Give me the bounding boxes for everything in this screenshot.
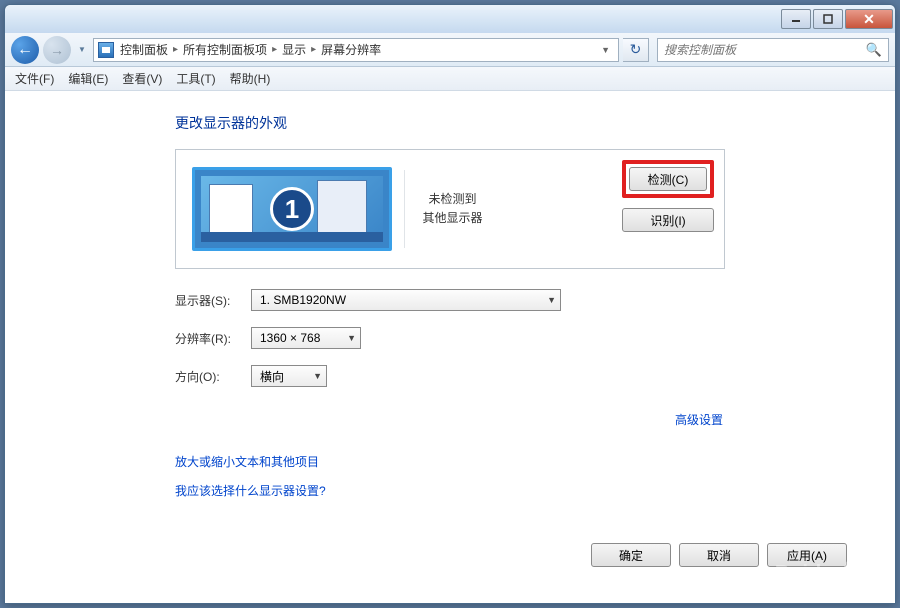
resolution-row: 分辨率(R): 1360 × 768 ▼ xyxy=(175,327,895,349)
help-links: 放大或缩小文本和其他项目 我应该选择什么显示器设置? xyxy=(175,453,895,499)
forward-button[interactable]: → xyxy=(43,36,71,64)
advanced-settings-row: 高级设置 xyxy=(5,411,723,429)
no-other-display-text: 未检测到 其他显示器 xyxy=(404,170,500,248)
breadcrumb-item[interactable]: 屏幕分辨率 xyxy=(321,41,381,58)
titlebar: ✕ xyxy=(5,5,895,33)
display-select[interactable]: 1. SMB1920NW ▼ xyxy=(251,289,561,311)
apply-button[interactable]: 应用(A) xyxy=(767,543,847,567)
chevron-down-icon: ▼ xyxy=(341,333,356,343)
search-box[interactable]: 🔍 xyxy=(657,38,889,62)
resolution-select[interactable]: 1360 × 768 ▼ xyxy=(251,327,361,349)
maximize-button[interactable] xyxy=(813,9,843,29)
page-title: 更改显示器的外观 xyxy=(175,113,895,133)
navigation-bar: ← → ▼ 控制面板 ▸ 所有控制面板项 ▸ 显示 ▸ 屏幕分辨率 ▼ ↻ 🔍 xyxy=(5,33,895,67)
breadcrumb-separator-icon: ▸ xyxy=(173,44,178,55)
window: ✕ ← → ▼ 控制面板 ▸ 所有控制面板项 ▸ 显示 ▸ 屏幕分辨率 ▼ ↻ … xyxy=(4,4,896,604)
detect-identify-group: 检测(C) 识别(I) xyxy=(622,160,714,232)
resolution-label: 分辨率(R): xyxy=(175,330,251,347)
mock-taskbar xyxy=(201,232,383,242)
ok-button[interactable]: 确定 xyxy=(591,543,671,567)
text-size-link[interactable]: 放大或缩小文本和其他项目 xyxy=(175,453,895,470)
menu-file[interactable]: 文件(F) xyxy=(15,70,54,87)
breadcrumb-separator-icon: ▸ xyxy=(311,44,316,55)
menu-tools[interactable]: 工具(T) xyxy=(176,70,215,87)
annotation-highlight: 检测(C) xyxy=(622,160,714,198)
advanced-settings-link[interactable]: 高级设置 xyxy=(675,413,723,427)
cancel-button[interactable]: 取消 xyxy=(679,543,759,567)
back-button[interactable]: ← xyxy=(11,36,39,64)
history-dropdown[interactable]: ▼ xyxy=(75,38,89,62)
identify-button[interactable]: 识别(I) xyxy=(622,208,714,232)
content-area: 更改显示器的外观 1 未检测到 其他显示器 检测(C) 识别(I) xyxy=(5,91,895,603)
search-icon[interactable]: 🔍 xyxy=(866,42,882,58)
display-label: 显示器(S): xyxy=(175,292,251,309)
orientation-select[interactable]: 横向 ▼ xyxy=(251,365,327,387)
close-button[interactable]: ✕ xyxy=(845,9,893,29)
menu-view[interactable]: 查看(V) xyxy=(122,70,162,87)
mock-window-icon xyxy=(317,180,367,234)
settings-form: 显示器(S): 1. SMB1920NW ▼ 分辨率(R): 1360 × 76… xyxy=(175,289,895,387)
mock-window-icon xyxy=(209,184,253,234)
chevron-down-icon: ▼ xyxy=(541,295,556,305)
chevron-down-icon: ▼ xyxy=(307,371,322,381)
breadcrumb-item[interactable]: 所有控制面板项 xyxy=(183,41,267,58)
orientation-label: 方向(O): xyxy=(175,368,251,385)
address-dropdown-icon[interactable]: ▼ xyxy=(597,45,614,55)
monitor-number-badge: 1 xyxy=(270,187,314,231)
orientation-row: 方向(O): 横向 ▼ xyxy=(175,365,895,387)
breadcrumb-separator-icon: ▸ xyxy=(272,44,277,55)
menu-help[interactable]: 帮助(H) xyxy=(230,70,271,87)
detect-button[interactable]: 检测(C) xyxy=(629,167,707,191)
minimize-button[interactable] xyxy=(781,9,811,29)
refresh-button[interactable]: ↻ xyxy=(623,38,649,62)
which-settings-link[interactable]: 我应该选择什么显示器设置? xyxy=(175,482,895,499)
monitor-preview[interactable]: 1 xyxy=(192,167,392,251)
menu-edit[interactable]: 编辑(E) xyxy=(68,70,108,87)
breadcrumb-item[interactable]: 显示 xyxy=(282,41,306,58)
search-input[interactable] xyxy=(664,43,866,57)
control-panel-icon xyxy=(98,42,114,58)
address-bar[interactable]: 控制面板 ▸ 所有控制面板项 ▸ 显示 ▸ 屏幕分辨率 ▼ xyxy=(93,38,619,62)
window-controls: ✕ xyxy=(781,9,893,29)
menu-bar: 文件(F) 编辑(E) 查看(V) 工具(T) 帮助(H) xyxy=(5,67,895,91)
breadcrumb-item[interactable]: 控制面板 xyxy=(120,41,168,58)
monitor-arrangement-panel: 1 未检测到 其他显示器 检测(C) 识别(I) xyxy=(175,149,725,269)
display-row: 显示器(S): 1. SMB1920NW ▼ xyxy=(175,289,895,311)
dialog-buttons: 确定 取消 应用(A) xyxy=(591,543,847,567)
